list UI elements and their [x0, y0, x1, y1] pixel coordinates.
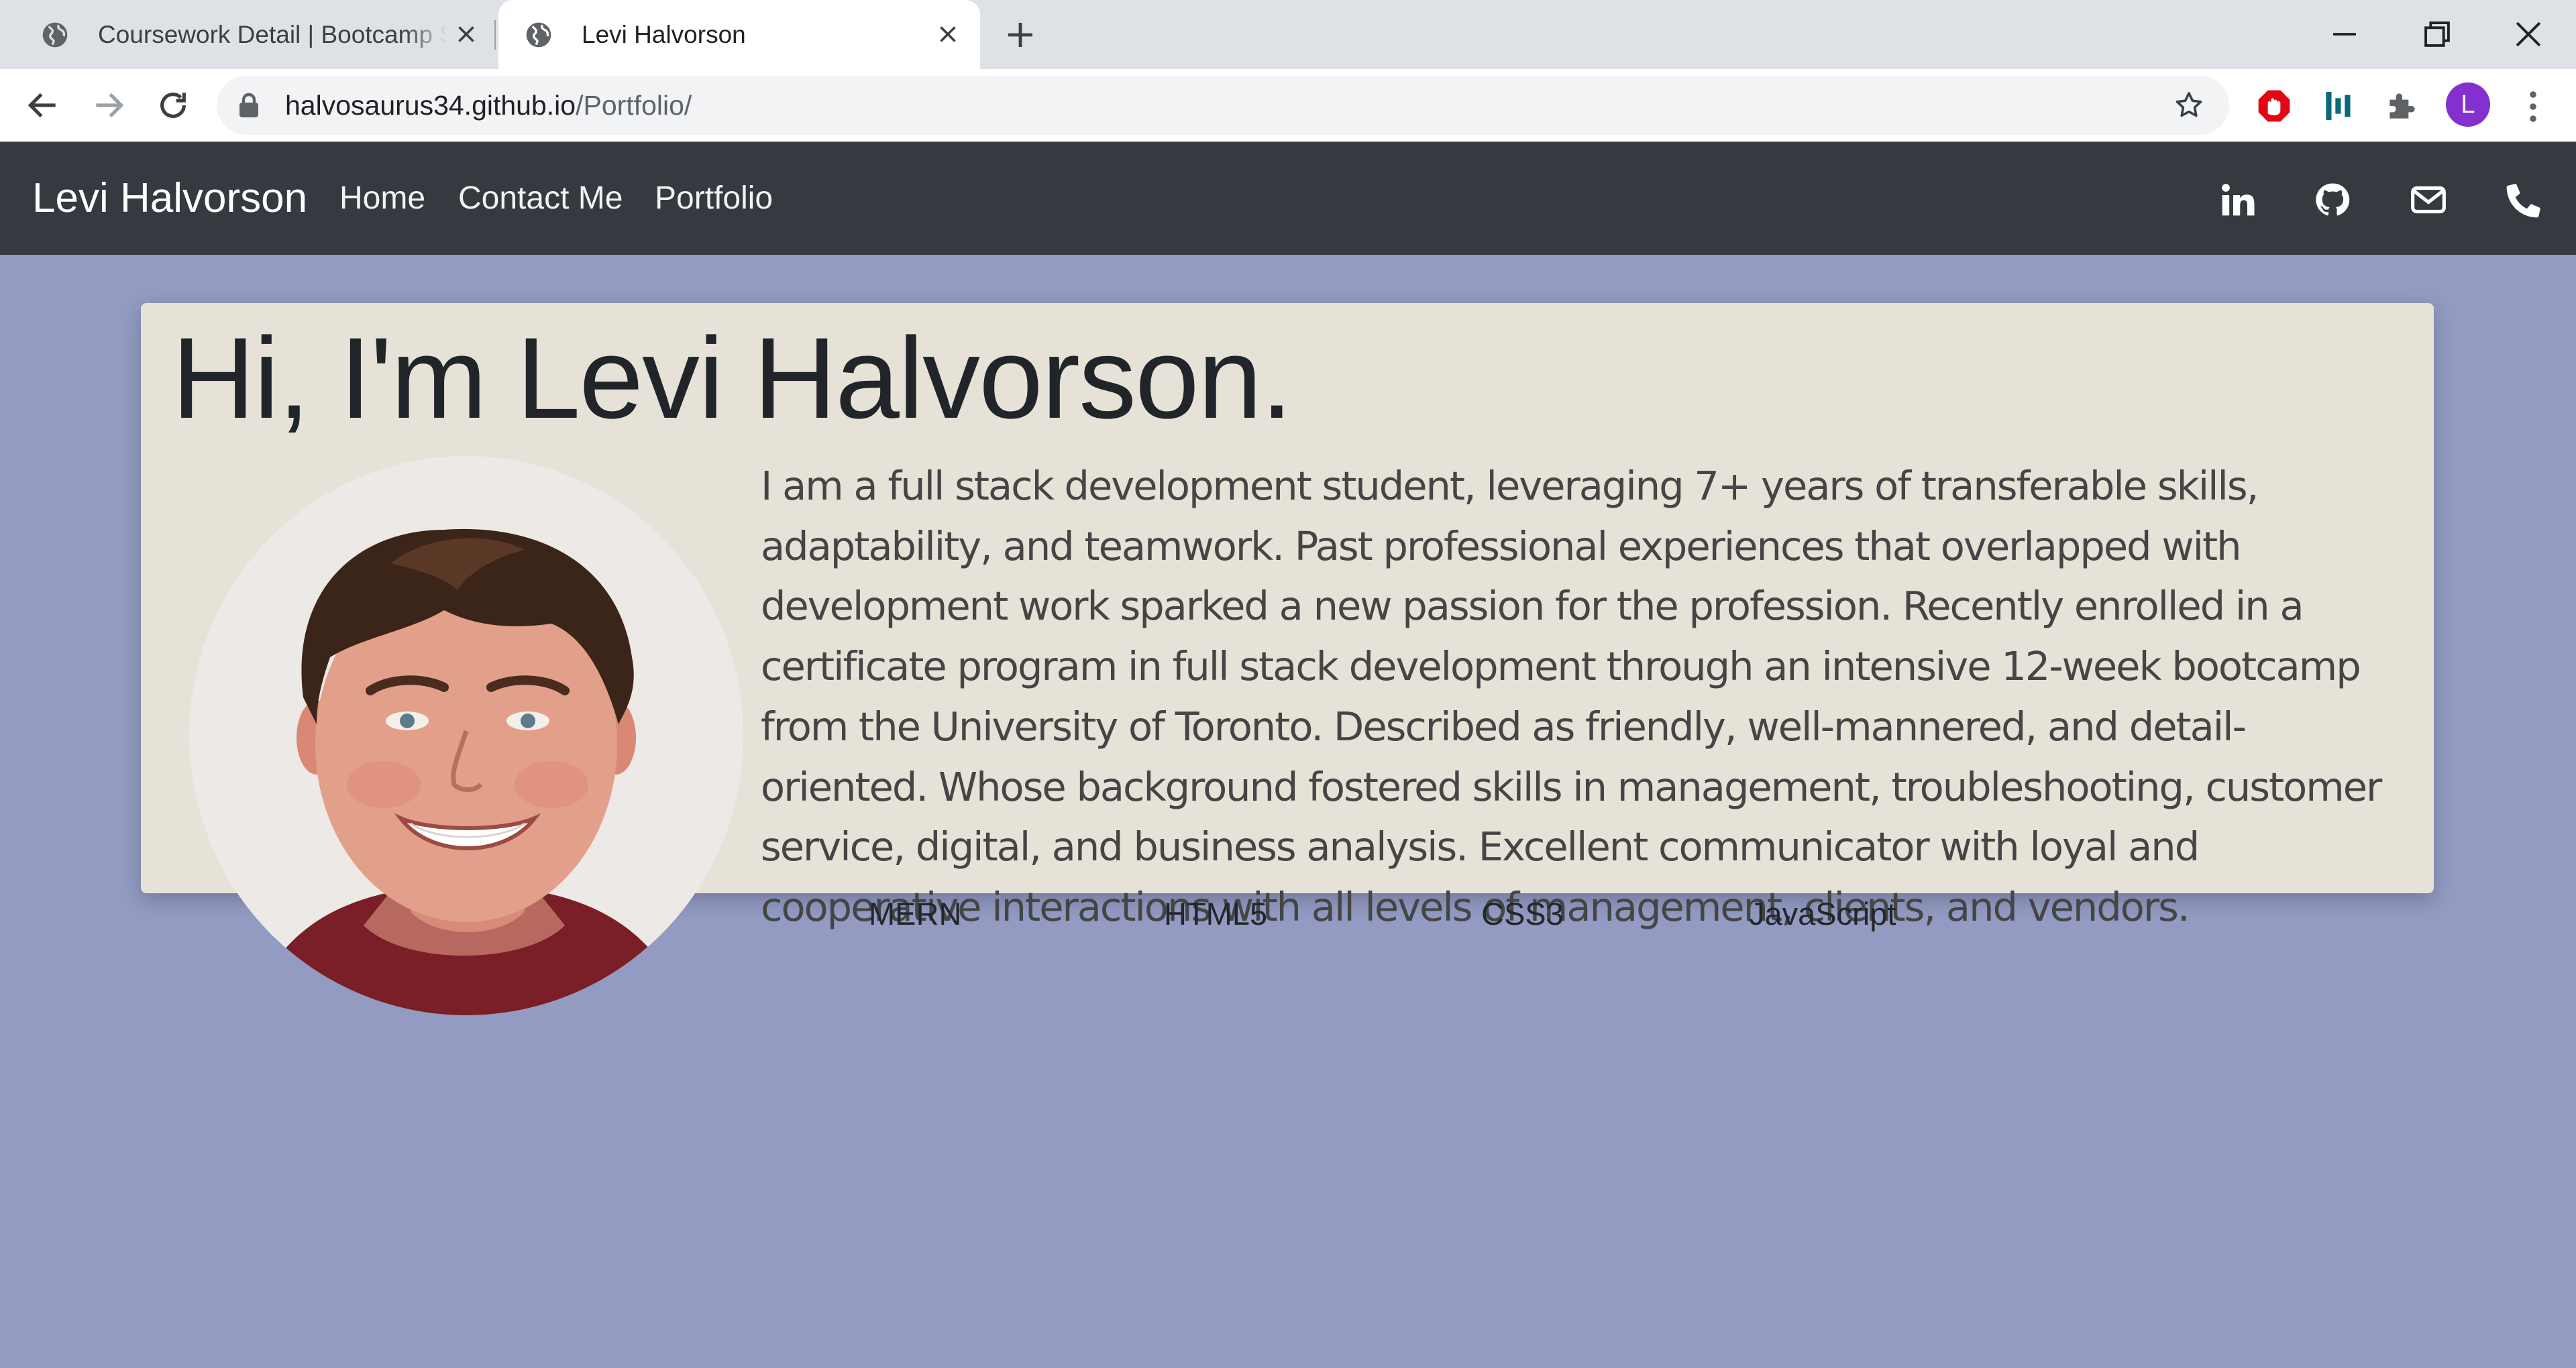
nav-link-portfolio[interactable]: Portfolio — [655, 142, 773, 255]
lock-icon[interactable] — [237, 92, 261, 119]
address-bar[interactable]: halvosaurus34.github.io/Portfolio/ — [217, 76, 2229, 135]
back-arrow-icon[interactable] — [24, 87, 62, 124]
profile-photo — [189, 456, 743, 1015]
bio-paragraph: I am a full stack development student, l… — [761, 463, 2382, 930]
url-path: /Portfolio/ — [576, 90, 692, 121]
profile-avatar[interactable]: L — [2446, 82, 2490, 127]
extensions-puzzle-icon[interactable] — [2383, 87, 2421, 125]
tab-title: Levi Halvorson — [582, 20, 746, 48]
site-navbar: Levi Halvorson Home Contact Me Portfolio — [0, 142, 2576, 255]
linkedin-icon[interactable] — [2219, 181, 2257, 219]
skill-javascript: JavaScript — [1749, 896, 1896, 931]
bar-chart-extension-icon[interactable] — [2320, 87, 2357, 125]
envelope-icon[interactable] — [2410, 181, 2447, 219]
nav-link-contact-me[interactable]: Contact Me — [458, 142, 623, 255]
tab-title: Coursework Detail | Bootcamp Spot — [98, 20, 447, 48]
browser-tab-coursework[interactable]: Coursework Detail | Bootcamp Spot — [0, 0, 493, 69]
skill-mern: MERN — [869, 896, 962, 931]
restore-icon[interactable] — [2418, 15, 2457, 54]
navbar-brand[interactable]: Levi Halvorson — [32, 142, 307, 255]
profile-photo-illustration — [189, 456, 743, 1015]
new-tab-icon[interactable] — [1004, 19, 1036, 51]
minimize-icon[interactable] — [2325, 15, 2364, 54]
browser-toolbar: halvosaurus34.github.io/Portfolio/ L — [0, 69, 2576, 141]
globe-icon — [526, 22, 551, 47]
phone-icon[interactable] — [2506, 181, 2543, 219]
skill-css3: CSS3 — [1481, 896, 1564, 931]
window-close-icon[interactable] — [2509, 15, 2548, 54]
hero-title: Hi, I'm Levi Halvorson. — [172, 314, 1293, 443]
more-menu-icon[interactable] — [2517, 88, 2549, 125]
url-host: halvosaurus34.github.io — [285, 90, 576, 121]
globe-icon — [42, 22, 68, 47]
github-icon[interactable] — [2314, 181, 2351, 219]
bookmark-star-icon[interactable] — [2173, 89, 2205, 121]
tab-separator — [494, 20, 496, 50]
skill-html5: HTML5 — [1164, 896, 1268, 931]
url-text[interactable]: halvosaurus34.github.io/Portfolio/ — [285, 76, 692, 135]
browser-tab-levi-halvorson[interactable]: Levi Halvorson — [498, 0, 980, 69]
nav-link-home[interactable]: Home — [339, 142, 425, 255]
forward-arrow-icon[interactable] — [90, 87, 127, 124]
adblock-extension-icon[interactable] — [2255, 87, 2293, 125]
close-tab-icon[interactable] — [454, 22, 478, 46]
browser-tab-strip: Coursework Detail | Bootcamp Spot Levi H… — [0, 0, 2576, 69]
close-tab-icon[interactable] — [936, 22, 960, 46]
reload-icon[interactable] — [154, 87, 192, 124]
